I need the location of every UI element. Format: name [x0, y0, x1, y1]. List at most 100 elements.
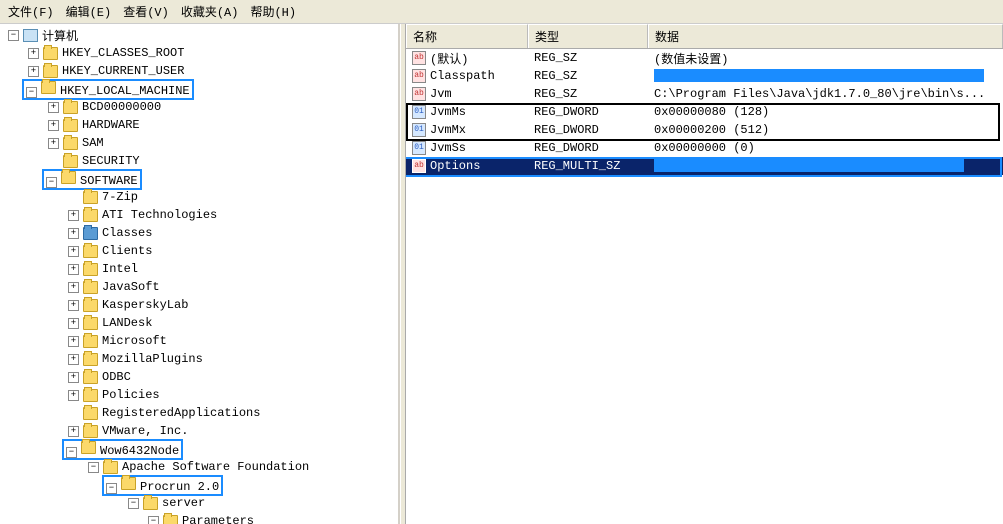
tree-item-software[interactable]: SOFTWARE — [80, 174, 138, 188]
folder-icon — [41, 81, 56, 94]
expander-icon[interactable]: + — [68, 426, 79, 437]
expander-icon[interactable]: + — [28, 48, 39, 59]
tree-item[interactable]: Clients — [102, 244, 152, 258]
tree-item[interactable]: ATI Technologies — [102, 208, 217, 222]
expander-icon[interactable]: − — [88, 462, 99, 473]
tree-item[interactable]: Microsoft — [102, 334, 167, 348]
tree-item-wow[interactable]: Wow6432Node — [100, 444, 179, 458]
list-row[interactable]: 01JvmMsREG_DWORD0x00000080 (128) — [406, 103, 1003, 121]
expander-icon[interactable]: + — [68, 264, 79, 275]
folder-icon — [83, 227, 98, 240]
list-pane: 名称 类型 数据 ab(默认)REG_SZ(数值未设置)abClasspathR… — [406, 24, 1003, 524]
expander-icon[interactable]: − — [8, 30, 19, 41]
tree-item[interactable]: RegisteredApplications — [102, 406, 260, 420]
list-row[interactable]: abClasspathREG_SZx — [406, 67, 1003, 85]
folder-icon — [81, 441, 96, 454]
expander-icon[interactable]: + — [68, 336, 79, 347]
folder-icon — [43, 65, 58, 78]
expander-icon[interactable]: + — [68, 228, 79, 239]
tree-item[interactable]: 7-Zip — [102, 190, 138, 204]
expander-icon[interactable]: − — [46, 177, 57, 188]
value-type: REG_DWORD — [528, 141, 648, 155]
tree-item[interactable]: HKEY_CURRENT_USER — [62, 64, 184, 78]
menu-edit[interactable]: 编辑(E) — [66, 3, 112, 20]
expander-icon[interactable]: − — [128, 498, 139, 509]
expander-icon[interactable]: + — [28, 66, 39, 77]
list-body[interactable]: ab(默认)REG_SZ(数值未设置)abClasspathREG_SZxabJ… — [406, 49, 1003, 524]
expander-icon[interactable]: − — [66, 447, 77, 458]
folder-icon — [83, 281, 98, 294]
string-value-icon: ab — [412, 159, 426, 173]
value-type: REG_DWORD — [528, 105, 648, 119]
tree-item[interactable]: HKEY_CLASSES_ROOT — [62, 46, 184, 60]
value-name: Options — [430, 159, 480, 173]
expander-icon[interactable]: − — [26, 87, 37, 98]
tree-item[interactable]: HARDWARE — [82, 118, 140, 132]
list-row[interactable]: ab (默认) REG_SZ(数值未设置) — [406, 49, 1003, 67]
tree-item-hklm[interactable]: HKEY_LOCAL_MACHINE — [60, 84, 190, 98]
value-name: Jvm — [430, 87, 452, 101]
menu-favorites[interactable]: 收藏夹(A) — [181, 3, 239, 20]
expander-icon[interactable]: + — [68, 300, 79, 311]
tree-item[interactable]: JavaSoft — [102, 280, 160, 294]
tree-root[interactable]: 计算机 — [42, 27, 78, 44]
tree-item[interactable]: BCD00000000 — [82, 100, 161, 114]
list-row[interactable]: abOptionsREG_MULTI_SZx — [406, 157, 1003, 175]
tree-item[interactable]: VMware, Inc. — [102, 424, 188, 438]
expander-icon[interactable]: + — [48, 102, 59, 113]
expander-icon[interactable]: + — [48, 138, 59, 149]
value-type: REG_SZ — [528, 87, 648, 101]
expander-icon[interactable]: + — [68, 210, 79, 221]
folder-icon — [43, 47, 58, 60]
expander-icon[interactable]: − — [106, 483, 117, 494]
tree-item[interactable]: Policies — [102, 388, 160, 402]
col-type[interactable]: 类型 — [528, 24, 648, 48]
folder-icon — [83, 425, 98, 438]
value-type: REG_SZ — [528, 51, 648, 65]
value-data: 0x00000080 (128) — [648, 105, 1003, 119]
tree-item[interactable]: Parameters — [182, 514, 254, 524]
tree-item[interactable]: Classes — [102, 226, 152, 240]
expander-icon[interactable]: + — [68, 372, 79, 383]
tree-item[interactable]: server — [162, 496, 205, 510]
tree-item[interactable]: ODBC — [102, 370, 131, 384]
expander-icon[interactable]: + — [68, 246, 79, 257]
folder-icon — [163, 515, 178, 524]
menu-file[interactable]: 文件(F) — [8, 3, 54, 20]
tree-item[interactable]: Intel — [102, 262, 138, 276]
folder-icon — [83, 245, 98, 258]
expander-icon[interactable]: + — [68, 318, 79, 329]
menu-view[interactable]: 查看(V) — [123, 3, 169, 20]
expander-icon[interactable]: − — [148, 516, 159, 524]
dword-value-icon: 01 — [412, 105, 426, 119]
expander-icon[interactable]: + — [68, 282, 79, 293]
list-row[interactable]: abJvmREG_SZC:\Program Files\Java\jdk1.7.… — [406, 85, 1003, 103]
tree-item[interactable]: SAM — [82, 136, 104, 150]
value-data: 0x00000000 (0) — [648, 141, 1003, 155]
col-data[interactable]: 数据 — [648, 24, 1003, 48]
tree-item[interactable]: SECURITY — [82, 154, 140, 168]
menu-help[interactable]: 帮助(H) — [250, 3, 296, 20]
tree-item[interactable]: KasperskyLab — [102, 298, 188, 312]
list-header: 名称 类型 数据 — [406, 24, 1003, 49]
col-name[interactable]: 名称 — [406, 24, 528, 48]
string-value-icon: ab — [412, 69, 426, 83]
expander-icon[interactable]: + — [48, 120, 59, 131]
tree-item[interactable]: LANDesk — [102, 316, 152, 330]
string-value-icon: ab — [412, 51, 426, 65]
value-name: Classpath — [430, 69, 495, 83]
folder-icon — [83, 389, 98, 402]
expander-icon[interactable]: + — [68, 354, 79, 365]
value-data: (数值未设置) — [648, 50, 1003, 67]
list-row[interactable]: 01JvmMxREG_DWORD0x00000200 (512) — [406, 121, 1003, 139]
expander-icon[interactable]: + — [68, 390, 79, 401]
tree-pane[interactable]: − 计算机 + HKEY_CLASSES_ROOT + HKEY_CURRENT_US… — [0, 24, 400, 524]
list-row[interactable]: 01JvmSsREG_DWORD0x00000000 (0) — [406, 139, 1003, 157]
menu-bar: 文件(F) 编辑(E) 查看(V) 收藏夹(A) 帮助(H) — [0, 0, 1003, 24]
value-name: (默认) — [430, 50, 468, 67]
tree-item[interactable]: Apache Software Foundation — [122, 460, 309, 474]
folder-icon — [63, 101, 78, 114]
folder-icon — [63, 137, 78, 150]
tree-item-procrun[interactable]: Procrun 2.0 — [140, 480, 219, 494]
tree-item[interactable]: MozillaPlugins — [102, 352, 203, 366]
